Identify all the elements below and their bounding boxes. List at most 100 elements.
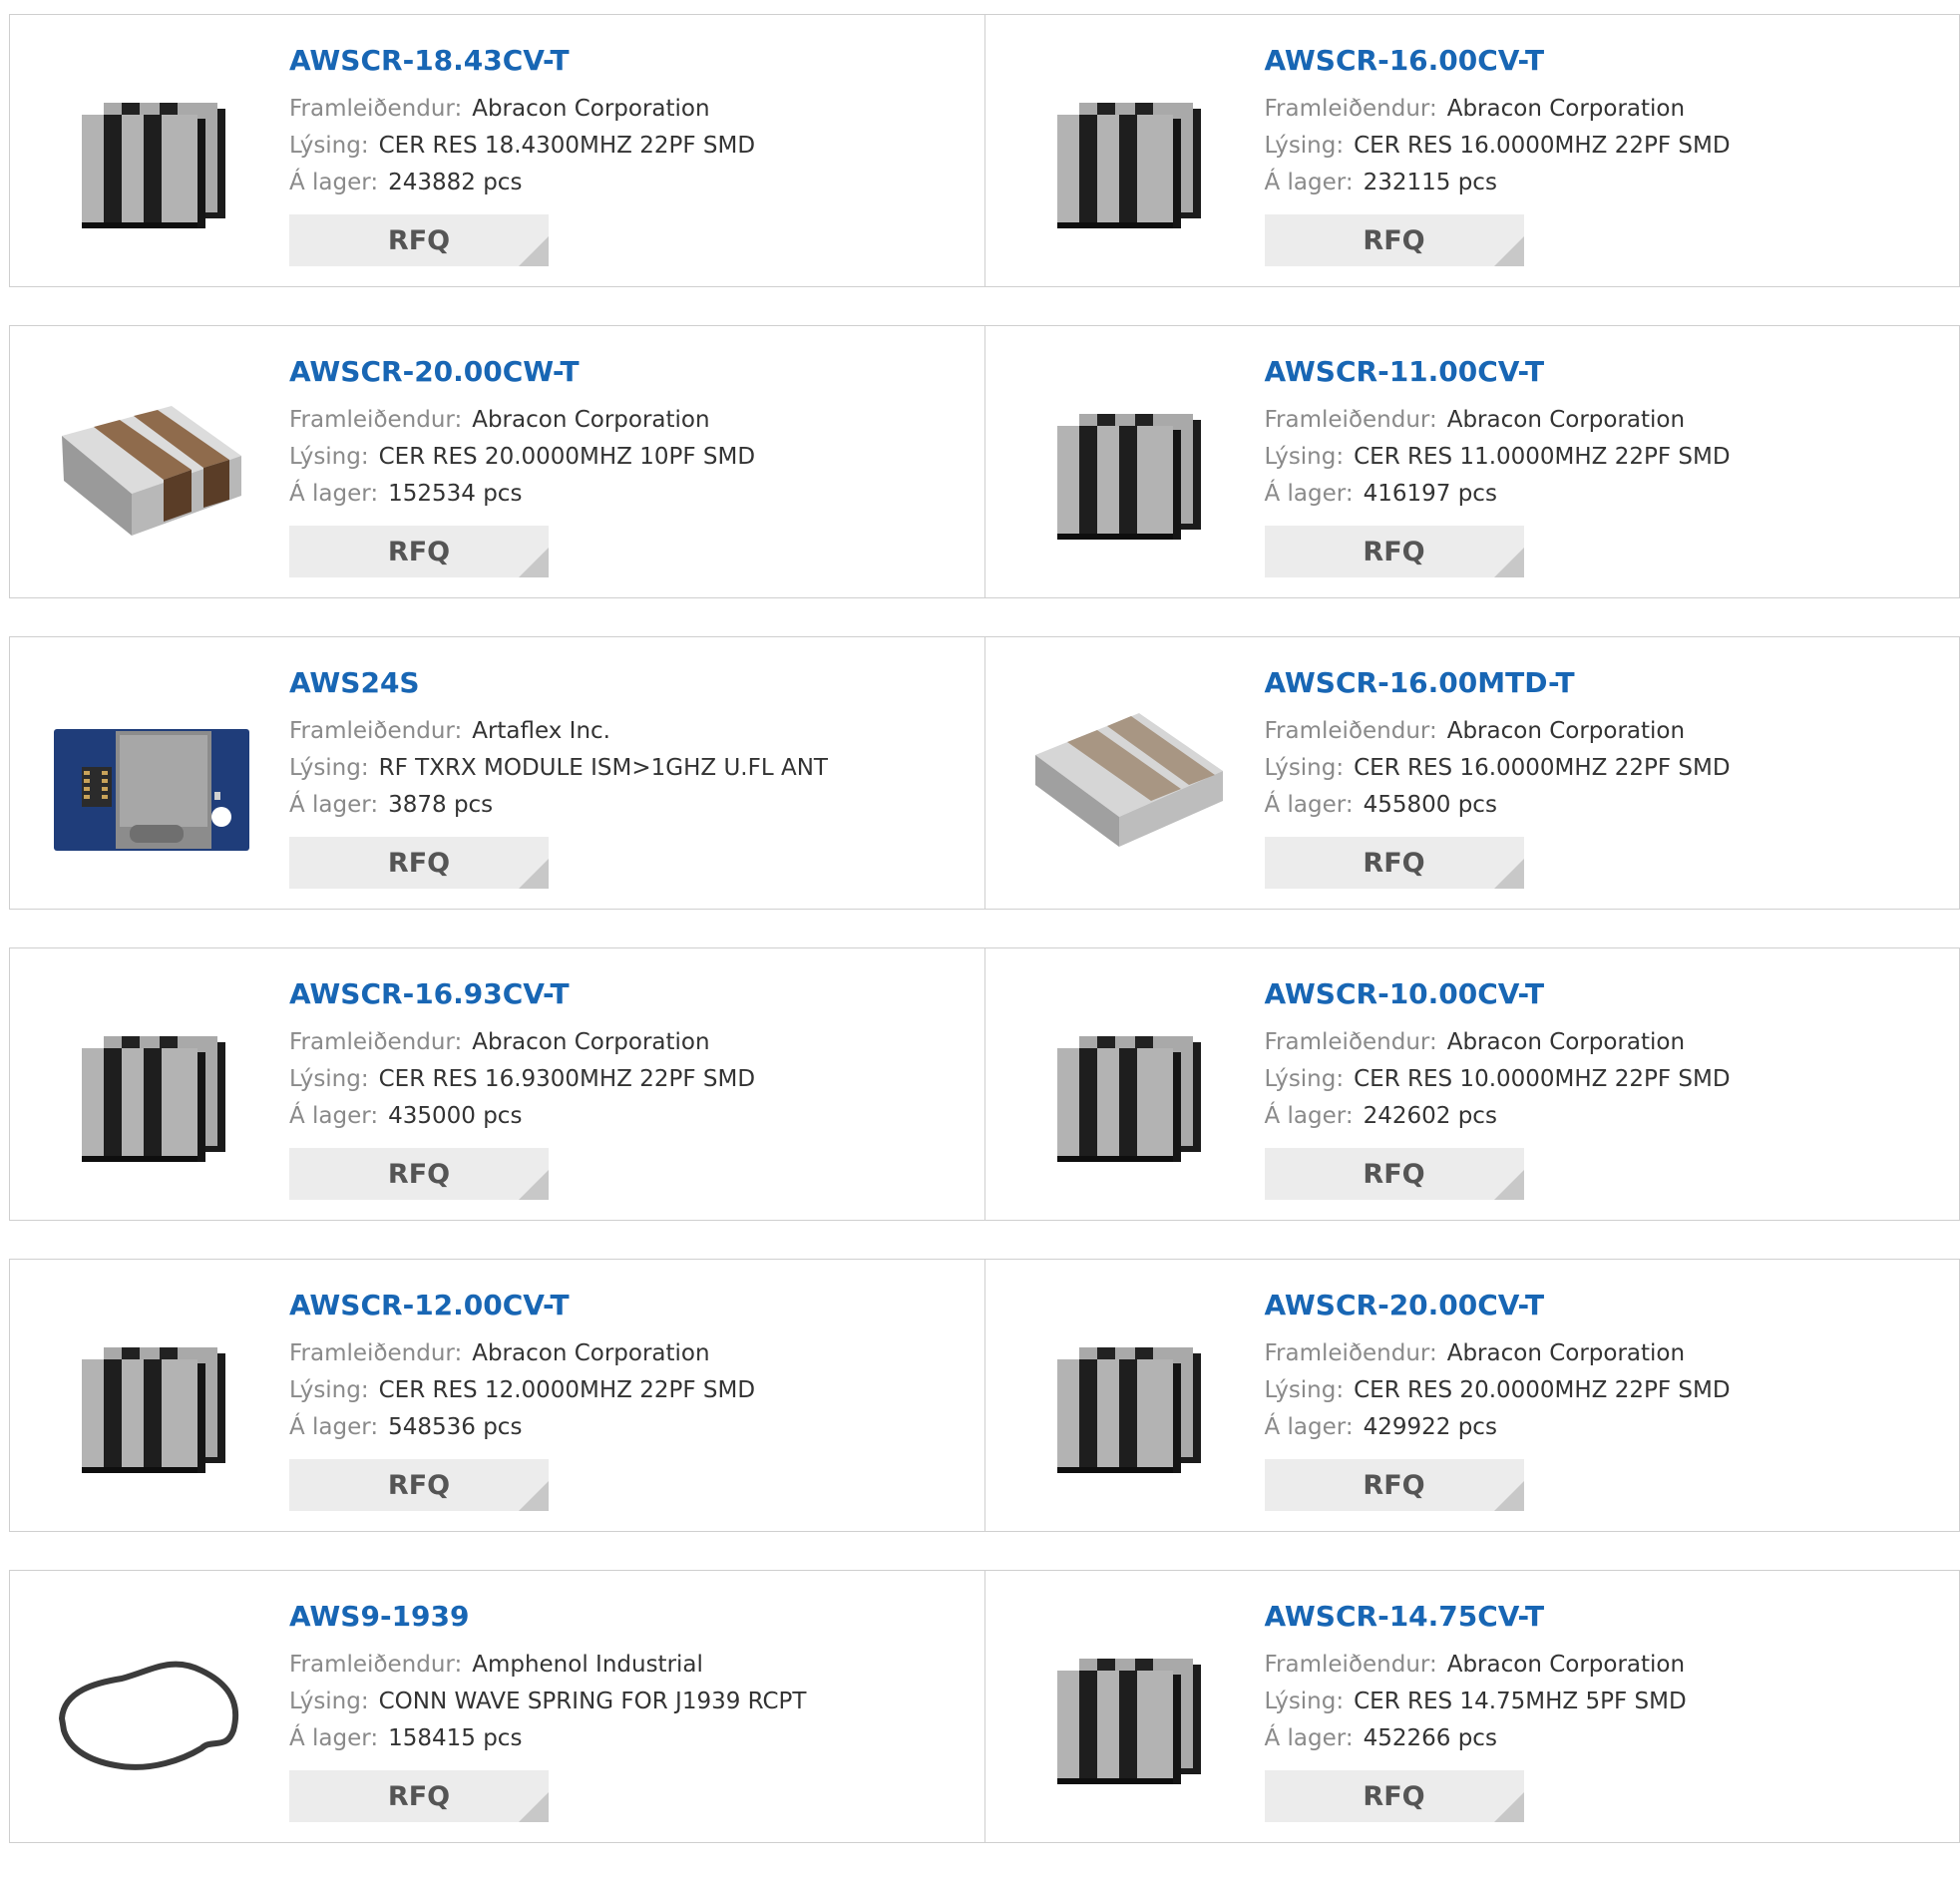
manufacturer-line: Framleiðendur: Artaflex Inc. — [289, 713, 828, 750]
resonator-stack-image[interactable] — [1027, 1008, 1227, 1168]
description-line: Lýsing: RF TXRX MODULE ISM>1GHZ U.FL ANT — [289, 750, 828, 787]
part-number-link[interactable]: AWSCR-10.00CV-T — [1265, 978, 1731, 1010]
manufacturer-value: Abracon Corporation — [1446, 96, 1686, 122]
description-label: Lýsing: — [289, 1066, 369, 1092]
wave-spring-image[interactable] — [52, 1631, 251, 1790]
description-line: Lýsing: CER RES 14.75MHZ 5PF SMD — [1265, 1684, 1687, 1720]
stock-line: Á lager: 158415 pcs — [289, 1720, 806, 1757]
rfq-button[interactable]: RFQ — [1264, 526, 1524, 577]
part-number-link[interactable]: AWSCR-16.00MTD-T — [1265, 667, 1731, 699]
resonator-stack-image[interactable] — [1027, 1319, 1227, 1479]
corner-triangle-icon — [519, 1481, 549, 1511]
resonator-brown-image[interactable] — [52, 386, 251, 546]
rfq-button-label: RFQ — [1363, 224, 1425, 256]
stock-label: Á lager: — [289, 1725, 379, 1751]
part-number-link[interactable]: AWSCR-12.00CV-T — [289, 1290, 755, 1321]
description-value: CER RES 16.9300MHZ 22PF SMD — [378, 1066, 756, 1092]
stock-line: Á lager: 152534 pcs — [289, 476, 755, 513]
description-line: Lýsing: CER RES 20.0000MHZ 10PF SMD — [289, 439, 755, 476]
corner-triangle-icon — [519, 236, 549, 266]
rfq-button[interactable]: RFQ — [289, 1770, 549, 1822]
stock-value: 242602 pcs — [1363, 1103, 1497, 1129]
description-label: Lýsing: — [1264, 1066, 1345, 1092]
description-label: Lýsing: — [1264, 755, 1345, 781]
rfq-button-label: RFQ — [1363, 847, 1425, 879]
manufacturer-line: Framleiðendur: Amphenol Industrial — [289, 1647, 806, 1684]
stock-line: Á lager: 435000 pcs — [289, 1098, 755, 1135]
corner-triangle-icon — [1493, 1170, 1524, 1200]
product-card: AWSCR-12.00CV-T Framleiðendur: Abracon Cor… — [10, 1260, 984, 1531]
resonator-stack-image[interactable] — [1027, 1631, 1227, 1790]
resonator-stack-image[interactable] — [1027, 386, 1227, 546]
rfq-button[interactable]: RFQ — [1264, 214, 1524, 266]
description-line: Lýsing: CER RES 16.9300MHZ 22PF SMD — [289, 1061, 755, 1098]
rfq-button[interactable]: RFQ — [289, 1148, 549, 1200]
manufacturer-label: Framleiðendur: — [289, 407, 463, 433]
manufacturer-line: Framleiðendur: Abracon Corporation — [1265, 1024, 1731, 1061]
manufacturer-value: Abracon Corporation — [1446, 1029, 1686, 1055]
product-row: AWS9-1939 Framleiðendur: Amphenol Industri… — [9, 1570, 1960, 1843]
rfq-button[interactable]: RFQ — [289, 1459, 549, 1511]
part-number-link[interactable]: AWSCR-20.00CW-T — [289, 356, 755, 388]
rfq-button[interactable]: RFQ — [1264, 1459, 1524, 1511]
part-number-link[interactable]: AWSCR-14.75CV-T — [1265, 1601, 1687, 1633]
manufacturer-label: Framleiðendur: — [1264, 1652, 1437, 1678]
part-number-link[interactable]: AWS9-1939 — [289, 1601, 806, 1633]
rfq-button[interactable]: RFQ — [1264, 1770, 1524, 1822]
resonator-stack-image[interactable] — [52, 1008, 251, 1168]
description-value: CER RES 14.75MHZ 5PF SMD — [1354, 1689, 1687, 1714]
stock-line: Á lager: 243882 pcs — [289, 165, 755, 201]
product-card: AWSCR-10.00CV-T Framleiðendur: Abracon Cor… — [983, 948, 1960, 1220]
rfq-button-label: RFQ — [387, 847, 451, 879]
manufacturer-value: Abracon Corporation — [472, 96, 710, 122]
resonator-stack-image[interactable] — [1027, 75, 1227, 234]
manufacturer-value: Abracon Corporation — [1446, 718, 1686, 744]
part-number-link[interactable]: AWSCR-16.00CV-T — [1265, 45, 1731, 77]
rfq-button[interactable]: RFQ — [1264, 1148, 1524, 1200]
description-line: Lýsing: CER RES 10.0000MHZ 22PF SMD — [1265, 1061, 1731, 1098]
description-value: CER RES 10.0000MHZ 22PF SMD — [1354, 1066, 1731, 1092]
description-label: Lýsing: — [1264, 133, 1345, 159]
stock-line: Á lager: 548536 pcs — [289, 1409, 755, 1446]
resonator-gray-image[interactable] — [1027, 697, 1227, 857]
rfq-button[interactable]: RFQ — [289, 526, 549, 577]
part-number-link[interactable]: AWSCR-20.00CV-T — [1265, 1290, 1731, 1321]
stock-value: 452266 pcs — [1363, 1725, 1497, 1751]
description-value: CONN WAVE SPRING FOR J1939 RCPT — [378, 1689, 807, 1714]
manufacturer-line: Framleiðendur: Abracon Corporation — [1265, 1335, 1731, 1372]
description-value: CER RES 18.4300MHZ 22PF SMD — [378, 133, 756, 159]
stock-line: Á lager: 3878 pcs — [289, 787, 828, 824]
rf-module-image[interactable] — [52, 697, 251, 857]
rfq-button-label: RFQ — [1363, 1780, 1425, 1812]
stock-line: Á lager: 416197 pcs — [1265, 476, 1731, 513]
product-info: AWSCR-16.93CV-T Framleiðendur: Abracon Cor… — [289, 978, 755, 1200]
stock-label: Á lager: — [289, 1414, 379, 1440]
rfq-button-label: RFQ — [387, 1469, 451, 1501]
rfq-button-label: RFQ — [387, 224, 451, 256]
stock-line: Á lager: 232115 pcs — [1265, 165, 1731, 201]
stock-value: 416197 pcs — [1363, 481, 1497, 507]
stock-line: Á lager: 455800 pcs — [1265, 787, 1731, 824]
corner-triangle-icon — [1493, 859, 1524, 889]
description-value: RF TXRX MODULE ISM>1GHZ U.FL ANT — [378, 755, 828, 781]
manufacturer-label: Framleiðendur: — [1264, 718, 1437, 744]
product-card: AWSCR-14.75CV-T Framleiðendur: Abracon Cor… — [983, 1571, 1960, 1842]
part-number-link[interactable]: AWSCR-11.00CV-T — [1265, 356, 1731, 388]
product-info: AWSCR-14.75CV-T Framleiðendur: Abracon Cor… — [1264, 1601, 1687, 1822]
manufacturer-line: Framleiðendur: Abracon Corporation — [1265, 713, 1731, 750]
resonator-stack-image[interactable] — [52, 75, 251, 234]
part-number-link[interactable]: AWSCR-16.93CV-T — [289, 978, 755, 1010]
rfq-button[interactable]: RFQ — [1264, 837, 1524, 889]
rfq-button[interactable]: RFQ — [289, 837, 549, 889]
part-number-link[interactable]: AWSCR-18.43CV-T — [289, 45, 755, 77]
resonator-stack-image[interactable] — [52, 1319, 251, 1479]
rfq-button-label: RFQ — [1363, 536, 1425, 567]
manufacturer-line: Framleiðendur: Abracon Corporation — [1265, 91, 1731, 128]
product-row: AWSCR-16.93CV-T Framleiðendur: Abracon Cor… — [9, 947, 1960, 1221]
corner-triangle-icon — [1493, 1481, 1524, 1511]
rfq-button[interactable]: RFQ — [289, 214, 549, 266]
product-row: AWSCR-12.00CV-T Framleiðendur: Abracon Cor… — [9, 1259, 1960, 1532]
part-number-link[interactable]: AWS24S — [289, 667, 828, 699]
corner-triangle-icon — [519, 1792, 549, 1822]
stock-value: 3878 pcs — [388, 792, 494, 818]
